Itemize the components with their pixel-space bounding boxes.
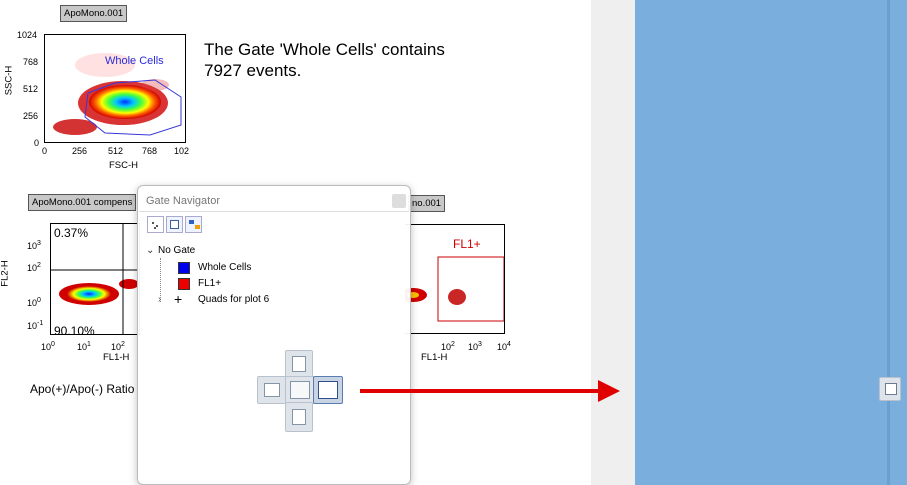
gate-color-swatch <box>178 278 190 290</box>
plot3-area[interactable]: FL1+ <box>405 224 505 334</box>
dock-top-icon <box>292 356 306 372</box>
x-tick: 100 <box>41 341 55 352</box>
tree-item-label: Whole Cells <box>198 262 252 273</box>
plot1-density <box>53 53 182 136</box>
gate-color-swatch <box>178 262 190 274</box>
gate-navigator-toolbar <box>147 216 202 233</box>
dock-right-edge-target[interactable] <box>879 377 901 401</box>
y-tick: 768 <box>23 57 39 67</box>
plot1-scatter-area[interactable]: Whole Cells <box>44 34 186 143</box>
x-tick: 256 <box>72 146 88 156</box>
close-icon[interactable] <box>392 194 406 208</box>
plot2-q-upper-left: 0.37% <box>54 226 89 240</box>
x-tick: 102 <box>441 341 455 352</box>
x-tick: 103 <box>468 341 482 352</box>
y-tick: 256 <box>23 111 39 121</box>
dock-guide-bottom[interactable] <box>285 402 313 432</box>
x-tick: 768 <box>142 146 158 156</box>
plot1-gate-label[interactable]: Whole Cells <box>105 55 164 67</box>
title-separator <box>139 211 409 212</box>
y-tick: 1024 <box>17 30 38 40</box>
dock-right-active-icon <box>318 381 338 399</box>
plot1-tag: ApoMono.001 <box>60 5 128 22</box>
plot2-y-axis-label: FL2-H <box>0 260 11 287</box>
annotation-arrow-shaft <box>360 389 600 393</box>
copy-gate-icon[interactable] <box>166 216 183 233</box>
dock-center-icon <box>290 381 310 399</box>
dock-right-icon <box>885 383 897 395</box>
y-tick: 100 <box>27 297 41 308</box>
plot2-x-axis-label: FL1-H <box>103 352 130 363</box>
dock-preview-edge <box>887 0 890 485</box>
dock-guide-center[interactable] <box>285 376 315 404</box>
plot1-y-axis-label: SSC-H <box>3 65 15 96</box>
ratio-label: Apo(+)/Apo(-) Ratio <box>30 382 135 396</box>
dock-guide-right[interactable] <box>313 376 343 404</box>
y-tick: 512 <box>23 84 39 94</box>
x-tick: 0 <box>42 146 48 156</box>
chevron-right-icon[interactable]: › <box>158 293 161 307</box>
y-tick: 103 <box>27 240 41 251</box>
plot2-density <box>51 224 139 334</box>
plot2-q-lower-left: 90.10% <box>54 324 95 335</box>
dock-left-icon <box>264 383 280 397</box>
plot3-tag: no.001 <box>408 195 446 212</box>
tree-root-label: No Gate <box>158 245 196 256</box>
plot2-tag: ApoMono.001 compens <box>28 194 137 211</box>
x-tick: 512 <box>108 146 124 156</box>
annotation-arrow-head <box>598 380 620 402</box>
gate-stats-line1: The Gate 'Whole Cells' contains <box>204 40 445 59</box>
plot3-x-axis-label: FL1-H <box>421 352 448 363</box>
chevron-down-icon[interactable]: ⌄ <box>146 244 158 258</box>
x-tick: 102 <box>111 341 125 352</box>
scatter-view-icon[interactable] <box>147 216 164 233</box>
dock-guide-left[interactable] <box>257 376 287 404</box>
y-tick: 0 <box>34 138 40 148</box>
x-tick: 102 <box>174 146 190 156</box>
dock-preview-pane <box>635 0 907 485</box>
plot1-x-axis-label: FSC-H <box>109 160 139 171</box>
y-tick: 10-1 <box>27 320 44 331</box>
gate-hierarchy-icon[interactable] <box>185 216 202 233</box>
gate-stats-line2: 7927 events. <box>204 61 302 80</box>
tree-item-label: Quads for plot 6 <box>198 294 270 305</box>
gate-navigator-window[interactable]: Gate Navigator ⌄ No Gate Whole Cells FL1+ <box>137 185 411 485</box>
quad-gate-icon: + <box>174 291 183 307</box>
plot2-quad-area[interactable]: 0.37% 90.10% <box>50 223 140 335</box>
layout-margin <box>591 0 635 485</box>
tree-root[interactable]: ⌄ No Gate <box>146 244 195 258</box>
plot3-gate-label[interactable]: FL1+ <box>453 237 481 251</box>
y-tick: 102 <box>27 262 41 273</box>
gate-navigator-title: Gate Navigator <box>146 195 220 207</box>
x-tick: 104 <box>497 341 511 352</box>
dock-bottom-icon <box>292 409 306 425</box>
x-tick: 101 <box>77 341 91 352</box>
tree-item-label: FL1+ <box>198 278 222 289</box>
